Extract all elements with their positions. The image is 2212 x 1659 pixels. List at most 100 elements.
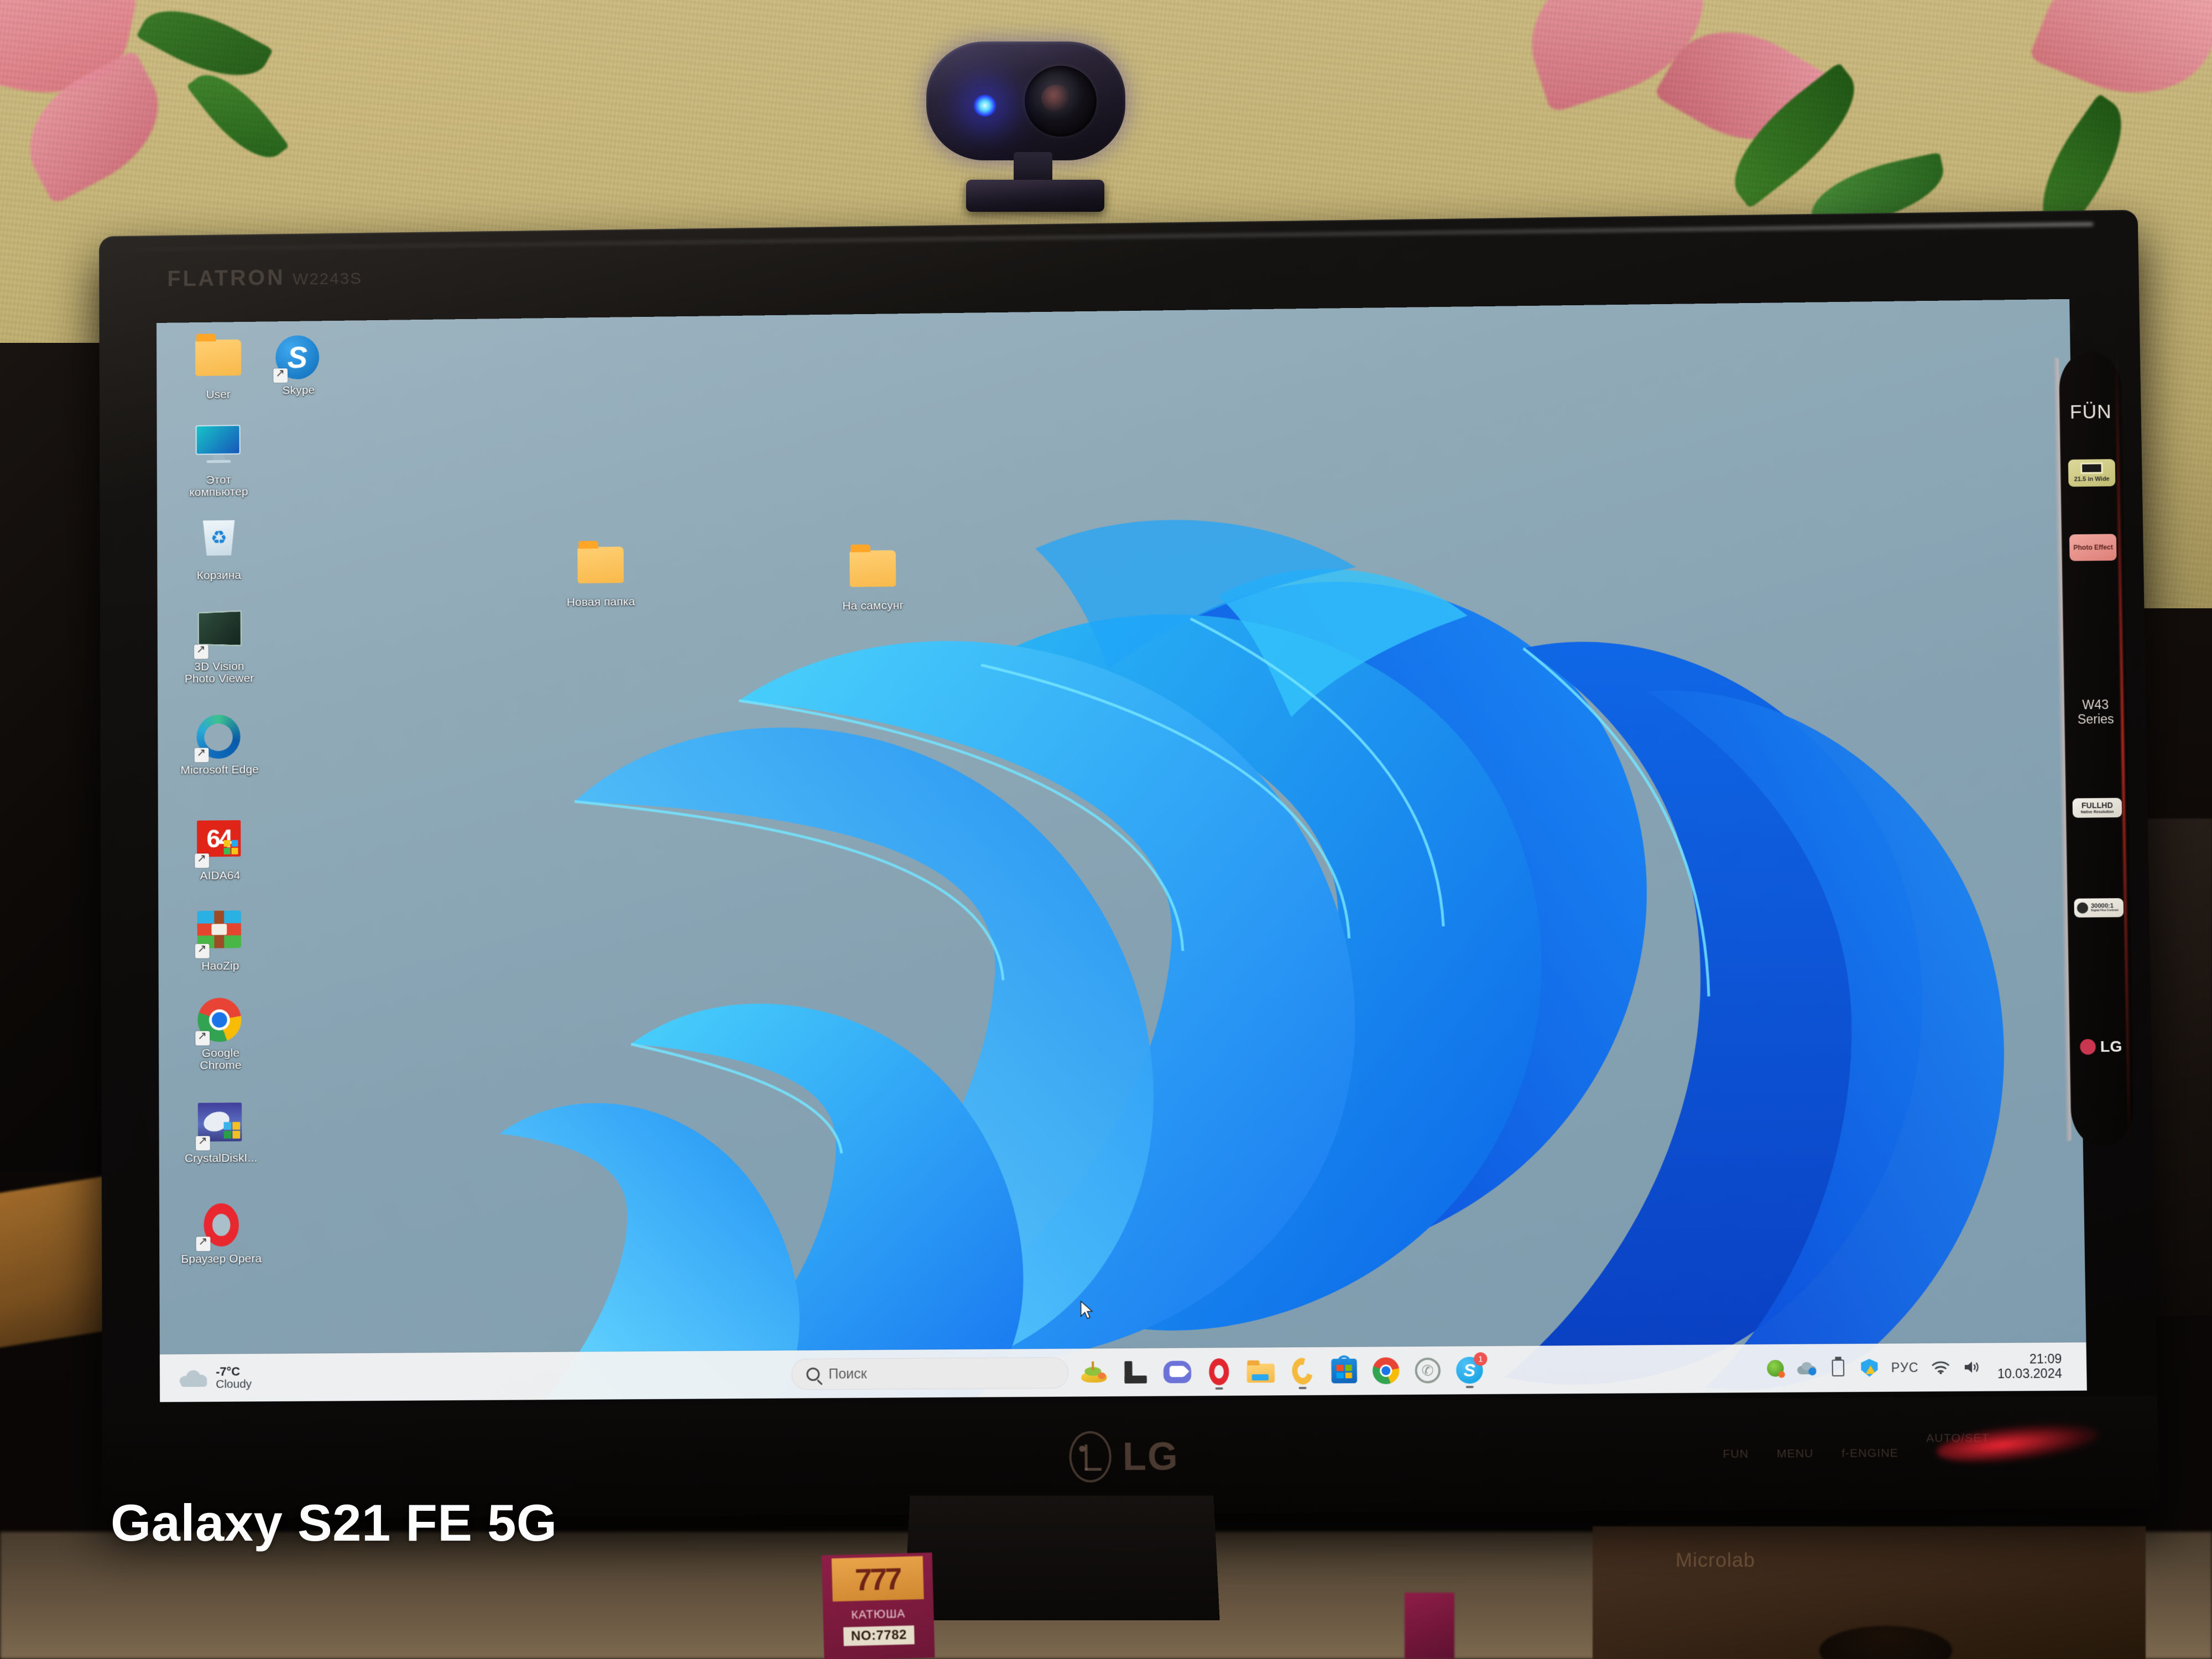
- desktop-folder-new-folder[interactable]: Новая папка: [559, 541, 642, 609]
- desktop-icon-user[interactable]: User: [178, 333, 259, 401]
- desktop-icon-haozip[interactable]: HaoZip: [179, 906, 262, 973]
- desktop-icon-label: Microsoft Edge: [180, 763, 259, 777]
- clock-date: 10.03.2024: [1997, 1366, 2062, 1381]
- microsoft-store-icon: [1331, 1355, 1358, 1384]
- desktop-folder-na-samsung[interactable]: На самсунг: [831, 545, 914, 613]
- weather-temperature: -7°C: [216, 1364, 241, 1379]
- running-indicator: [1465, 1386, 1474, 1389]
- weather-condition: Cloudy: [216, 1377, 252, 1391]
- sticker-serial: NO:7782: [843, 1625, 915, 1646]
- notification-badge: 1: [1474, 1352, 1488, 1366]
- shortcut-overlay-icon: [195, 1031, 210, 1046]
- lg-brand-text: LG: [1122, 1434, 1179, 1479]
- search-placeholder: Поиск: [828, 1365, 867, 1382]
- taskbar-opera-gx-button[interactable]: [1286, 1353, 1319, 1389]
- desktop-icon-label: Корзина: [196, 568, 242, 582]
- fun-logo-text: FÜN: [2069, 400, 2112, 423]
- shortcut-overlay-icon: [196, 1136, 210, 1151]
- shortcut-overlay-icon: [194, 644, 208, 659]
- desktop-icon-label: На самсунг: [842, 599, 904, 613]
- folder-icon: [1246, 1360, 1275, 1383]
- taskbar-widgets-button[interactable]: [1078, 1357, 1110, 1389]
- webcam-led-indicator: [973, 95, 997, 117]
- flatron-word: FLATRON: [167, 265, 285, 291]
- osd-button-fun[interactable]: FUN: [1723, 1448, 1749, 1462]
- contrast-sublabel: Digital Fine Contrast: [2091, 909, 2119, 912]
- webcam-lens-icon: [1025, 66, 1097, 137]
- shortcut-overlay-icon: [195, 853, 210, 868]
- osd-button-menu[interactable]: MENU: [1777, 1447, 1814, 1461]
- start-button[interactable]: [751, 1359, 782, 1390]
- lg-brand-logo: LG: [1069, 1431, 1179, 1483]
- series-line2: Series: [2077, 711, 2114, 727]
- usb-eject-icon[interactable]: [1828, 1357, 1848, 1378]
- taskbar-microsoft-store-button[interactable]: [1328, 1355, 1360, 1387]
- speaker-brand-label: Microlab: [1676, 1548, 1756, 1571]
- taskbar-opera-button[interactable]: [1203, 1355, 1235, 1390]
- fullhd-sublabel: Native Resolution: [2080, 810, 2114, 815]
- crystaldiskinfo-icon: [196, 1102, 244, 1151]
- shortcut-overlay-icon: [196, 1237, 211, 1251]
- desktop-icon-3d-vision-photo-viewer[interactable]: 3D Vision Photo Viewer: [178, 606, 260, 686]
- usb-webcam: [915, 41, 1136, 218]
- monitor-stand-neck: [904, 1495, 1220, 1620]
- desktop-wallpaper: [156, 299, 2087, 1402]
- fullhd-sticker: FULLHD Native Resolution: [2072, 797, 2122, 818]
- file-explorer-dark-icon: [1123, 1360, 1148, 1385]
- taskbar-clock[interactable]: 21:09 10.03.2024: [1997, 1352, 2062, 1381]
- taskbar-center-group[interactable]: Поиск ✆ S 1: [751, 1352, 1488, 1391]
- desktop-icon-label: CrystalDiskI...: [185, 1151, 258, 1165]
- taskbar-chrome-button[interactable]: [1370, 1354, 1402, 1387]
- monitor-model-word: W2243S: [293, 269, 362, 289]
- haozip-icon: [195, 910, 243, 958]
- desktop-icon-microsoft-edge[interactable]: Microsoft Edge: [179, 712, 261, 777]
- opera-icon: [1209, 1358, 1229, 1385]
- this-pc-icon: [195, 425, 242, 471]
- fullhd-label: FULLHD: [2081, 800, 2113, 810]
- taskbar-skype-button[interactable]: S 1: [1453, 1352, 1488, 1389]
- 3d-vision-icon: [194, 610, 242, 659]
- system-tray[interactable]: РУС 21:09 10.03.2024: [1766, 1352, 2062, 1383]
- contrast-sticker: 30000:1 Digital Fine Contrast: [2074, 898, 2124, 918]
- desktop-icon-aida64[interactable]: 64 AIDA64: [179, 816, 261, 883]
- desktop-icon-opera-browser[interactable]: Браузер Opera: [180, 1201, 263, 1266]
- running-indicator: [1215, 1387, 1223, 1390]
- taskbar-file-explorer-button[interactable]: [1119, 1356, 1152, 1389]
- onedrive-icon[interactable]: [1797, 1359, 1817, 1378]
- osd-button-f-engine[interactable]: f-ENGINE: [1841, 1447, 1898, 1460]
- language-indicator[interactable]: РУС: [1891, 1360, 1919, 1375]
- skype-icon: S 1: [1455, 1352, 1488, 1384]
- wifi-icon[interactable]: [1931, 1358, 1950, 1377]
- clock-time: 21:09: [2029, 1352, 2062, 1366]
- desktop-icon-google-chrome[interactable]: Google Chrome: [179, 995, 262, 1072]
- taskbar-whatsapp-button[interactable]: ✆: [1411, 1354, 1444, 1387]
- desktop-icon-label: HaoZip: [201, 959, 239, 973]
- nvidia-icon[interactable]: [1766, 1359, 1785, 1378]
- desktop-icon-this-pc[interactable]: Этот компьютер: [178, 419, 260, 499]
- series-line1: W43: [2082, 697, 2109, 712]
- folder-icon: [577, 546, 624, 593]
- security-warning-icon[interactable]: [1860, 1358, 1879, 1378]
- desktop-icon-crystaldiskinfo[interactable]: CrystalDiskI...: [180, 1098, 262, 1165]
- wide-badge-label: 21.5 in Wide: [2074, 476, 2110, 483]
- folder-icon: [849, 550, 896, 597]
- discord-icon: [1163, 1360, 1192, 1384]
- desktop-icon-recycle-bin[interactable]: ♻ Корзина: [178, 514, 260, 582]
- search-input[interactable]: Поиск: [791, 1357, 1069, 1390]
- recycle-bin-icon: ♻: [196, 520, 242, 567]
- desktop-icon-label: AIDA64: [200, 869, 241, 883]
- folder-icon: [195, 339, 242, 386]
- desktop-icon-label: Этот компьютер: [189, 473, 248, 499]
- sticker-brand: КАТЮША: [851, 1607, 906, 1622]
- shortcut-overlay-icon: [273, 368, 288, 383]
- taskbar-discord-button[interactable]: [1161, 1356, 1194, 1389]
- taskbar-folder-button[interactable]: [1244, 1355, 1277, 1388]
- volume-icon[interactable]: [1962, 1358, 1981, 1377]
- mouse-cursor: [1080, 1301, 1094, 1321]
- desktop-icon-label: Браузер Opera: [181, 1252, 262, 1266]
- side-lg-logo: LG: [2080, 1037, 2122, 1056]
- desktop-icon-skype[interactable]: S Skype: [258, 333, 340, 398]
- monitor-brand-text: FLATRON W2243S: [167, 264, 362, 291]
- monitor-screen[interactable]: User S Skype Этот компьютер: [156, 299, 2087, 1402]
- taskbar-weather-widget[interactable]: -7°C Cloudy: [179, 1364, 252, 1391]
